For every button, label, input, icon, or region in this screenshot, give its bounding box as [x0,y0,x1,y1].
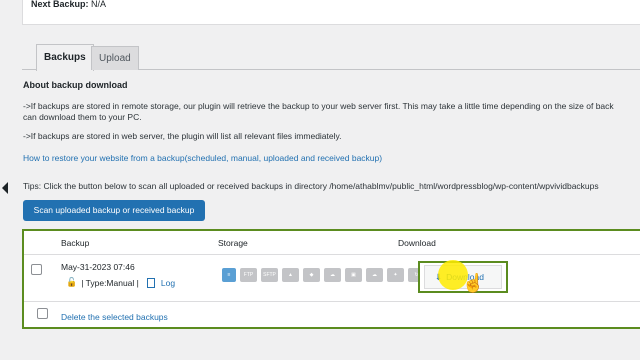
select-all-footer-checkbox[interactable] [37,308,48,319]
about-server-text: ->If backups are stored in web server, t… [23,131,342,141]
next-backup-label: Next Backup: [31,0,89,9]
next-backup-box: Next Backup: N/A [22,0,640,25]
database-icon: ≡ [222,268,236,282]
row-checkbox[interactable] [31,264,42,275]
collapse-arrow-icon[interactable] [2,182,8,194]
table-footer: Delete the selected backups [24,302,640,327]
tips-text: Tips: Click the button below to scan all… [23,181,599,191]
col-storage: Storage [218,238,248,248]
log-link[interactable]: Log [161,278,175,288]
about-heading: About backup download [23,80,128,90]
scan-backup-button[interactable]: Scan uploaded backup or received backup [23,200,205,221]
hand-cursor-icon: ☝ [462,273,485,293]
about-remote-line1: ->If backups are stored in remote storag… [23,101,614,111]
col-download: Download [398,238,436,248]
backup-meta: 🔓 | Type:Manual | Log [66,277,175,288]
storage-icons: ≡ FTP SFTP ▲ ◆ ☁ ▣ ☁ ✦ ↻ [222,268,425,282]
restore-guide-link[interactable]: How to restore your website from a backu… [23,153,382,163]
backup-date: May-31-2023 07:46 [61,262,135,272]
next-backup-value: N/A [88,0,107,9]
sftp-icon: SFTP [261,268,278,282]
tab-backups[interactable]: Backups [36,44,94,71]
amazon-s3-icon: ▣ [345,268,362,282]
col-backup: Backup [61,238,90,248]
about-remote-line2: can download them to your PC. [23,112,142,122]
tab-bar: Backups Upload [22,44,640,71]
backup-table: Backup Storage Download May-31-2023 07:4… [22,229,640,329]
table-row: May-31-2023 07:46 🔓 | Type:Manual | Log … [24,255,640,302]
next-backup: Next Backup: N/A [31,0,106,9]
table-header: Backup Storage Download [24,231,640,255]
backblaze-icon: ✦ [387,268,404,282]
lock-icon[interactable]: 🔓 [66,277,77,288]
log-icon [146,277,155,288]
onedrive-icon: ☁ [324,268,341,282]
ftp-icon: FTP [240,268,257,282]
google-drive-icon: ▲ [282,268,299,282]
delete-selected-link[interactable]: Delete the selected backups [61,312,168,322]
dropbox-icon: ◆ [303,268,320,282]
cloud-icon: ☁ [366,268,383,282]
about-remote-text: ->If backups are stored in remote storag… [23,101,614,123]
tab-upload[interactable]: Upload [91,46,139,70]
backup-type: | Type:Manual | [81,277,139,288]
